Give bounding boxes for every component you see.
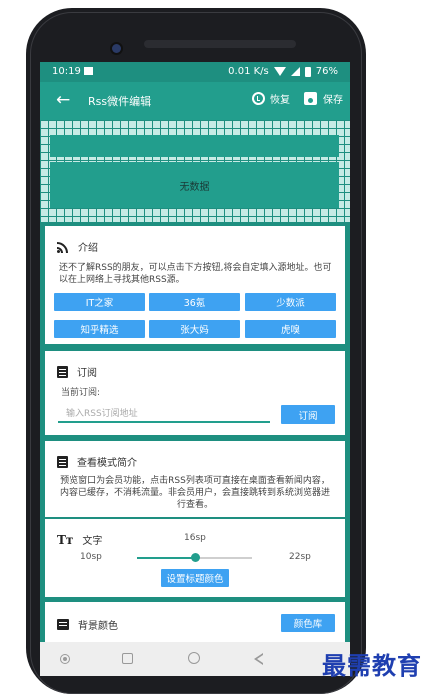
signal-icon (290, 67, 300, 76)
save-button[interactable]: 保存 (304, 91, 343, 106)
source-button-smzdm[interactable]: 张大妈 (149, 320, 240, 338)
watermark-text: 最需教育 (322, 652, 422, 680)
view-mode-title: 查看模式简介 (77, 458, 137, 469)
back-arrow-icon[interactable]: ← (56, 91, 70, 109)
view-mode-header: 查看模式简介 (57, 454, 137, 469)
status-right: 0.01 K/s 76% (228, 66, 338, 77)
network-speed: 0.01 K/s (228, 66, 269, 77)
save-label: 保存 (323, 95, 343, 106)
source-button-zhihu[interactable]: 知乎精选 (54, 320, 145, 338)
color-library-button[interactable]: 颜色库 (281, 614, 335, 632)
back-triangle-icon[interactable] (254, 653, 263, 665)
subscribe-card: 订阅 当前订阅: 订阅 (45, 351, 345, 435)
restore-label: 恢复 (270, 95, 290, 106)
rss-icon (57, 241, 69, 253)
intro-text: 还不了解RSS的朋友，可以点击下方按钮,将会自定填入源地址。也可以在上网络上寻找… (59, 263, 332, 285)
text-size-header: Tт 文字 (57, 532, 103, 548)
view-mode-text: 预览窗口为会员功能，点击RSS列表项可直接在桌面查看新闻内容，内容已缓存，不消耗… (59, 476, 330, 510)
source-button-ithome[interactable]: IT之家 (54, 293, 145, 311)
save-icon (304, 92, 317, 105)
system-nav-bar (40, 642, 350, 676)
recents-square-icon[interactable] (122, 653, 133, 664)
history-icon (252, 92, 265, 105)
status-bar: 10:19 0.01 K/s 76% (40, 62, 350, 82)
message-icon (57, 619, 69, 630)
view-mode-card: 查看模式简介 预览窗口为会员功能，点击RSS列表项可直接在桌面查看新闻内容，内容… (45, 441, 345, 517)
text-size-title: 文字 (82, 536, 103, 547)
image-notification-icon (84, 67, 93, 75)
intro-card: 介绍 还不了解RSS的朋友，可以点击下方按钮,将会自定填入源地址。也可以在上网络… (45, 226, 345, 344)
earpiece-speaker (144, 40, 296, 48)
text-size-min: 10sp (80, 552, 102, 562)
intro-header: 介绍 (57, 239, 98, 254)
intro-title: 介绍 (78, 243, 98, 254)
rss-url-input[interactable] (58, 407, 270, 423)
widget-preview: 无数据 (40, 120, 350, 222)
app-bar: ← Rss微件编辑 恢复 保存 (40, 82, 350, 120)
status-time: 10:19 (52, 66, 81, 77)
source-button-sspai[interactable]: 少数派 (245, 293, 336, 311)
page-title: Rss微件编辑 (88, 95, 152, 108)
settings-list: 介绍 还不了解RSS的朋友，可以点击下方按钮,将会自定填入源地址。也可以在上网络… (40, 222, 350, 642)
widget-body: 无数据 (50, 162, 339, 208)
title-color-button[interactable]: 设置标题颜色 (161, 569, 229, 587)
home-circle-icon[interactable] (188, 652, 200, 664)
background-color-header: 背景颜色 (57, 617, 118, 632)
restore-button[interactable]: 恢复 (252, 91, 290, 106)
text-size-slider[interactable] (137, 553, 252, 562)
source-button-36kr[interactable]: 36氪 (149, 293, 240, 311)
background-color-card: 背景颜色 颜色库 (45, 602, 345, 642)
wifi-icon (273, 67, 286, 76)
text-size-card: Tт 文字 16sp 10sp 22sp 设置标题颜色 (45, 519, 345, 597)
screen: 10:19 0.01 K/s 76% ← Rss微件编辑 恢复 保存 无数据 介… (40, 62, 350, 676)
text-size-max: 22sp (289, 552, 311, 562)
subscribe-title: 订阅 (77, 368, 97, 379)
current-subscription-label: 当前订阅: (61, 388, 101, 398)
battery-percent: 76% (315, 66, 338, 77)
text-size-current: 16sp (184, 533, 206, 543)
assistant-dot-icon[interactable] (60, 654, 70, 664)
subscribe-header: 订阅 (57, 364, 97, 379)
text-size-icon: Tт (57, 532, 74, 547)
document-icon (57, 455, 68, 468)
slider-thumb[interactable] (190, 553, 200, 562)
widget-empty-text: 无数据 (179, 181, 210, 193)
widget-header-bar (50, 135, 339, 157)
front-camera (112, 44, 121, 53)
slider-fill (137, 557, 195, 559)
document-icon (57, 365, 68, 378)
subscribe-button[interactable]: 订阅 (281, 405, 335, 424)
background-color-title: 背景颜色 (78, 621, 118, 632)
source-button-huxiu[interactable]: 虎嗅 (245, 320, 336, 338)
battery-icon (304, 66, 311, 77)
